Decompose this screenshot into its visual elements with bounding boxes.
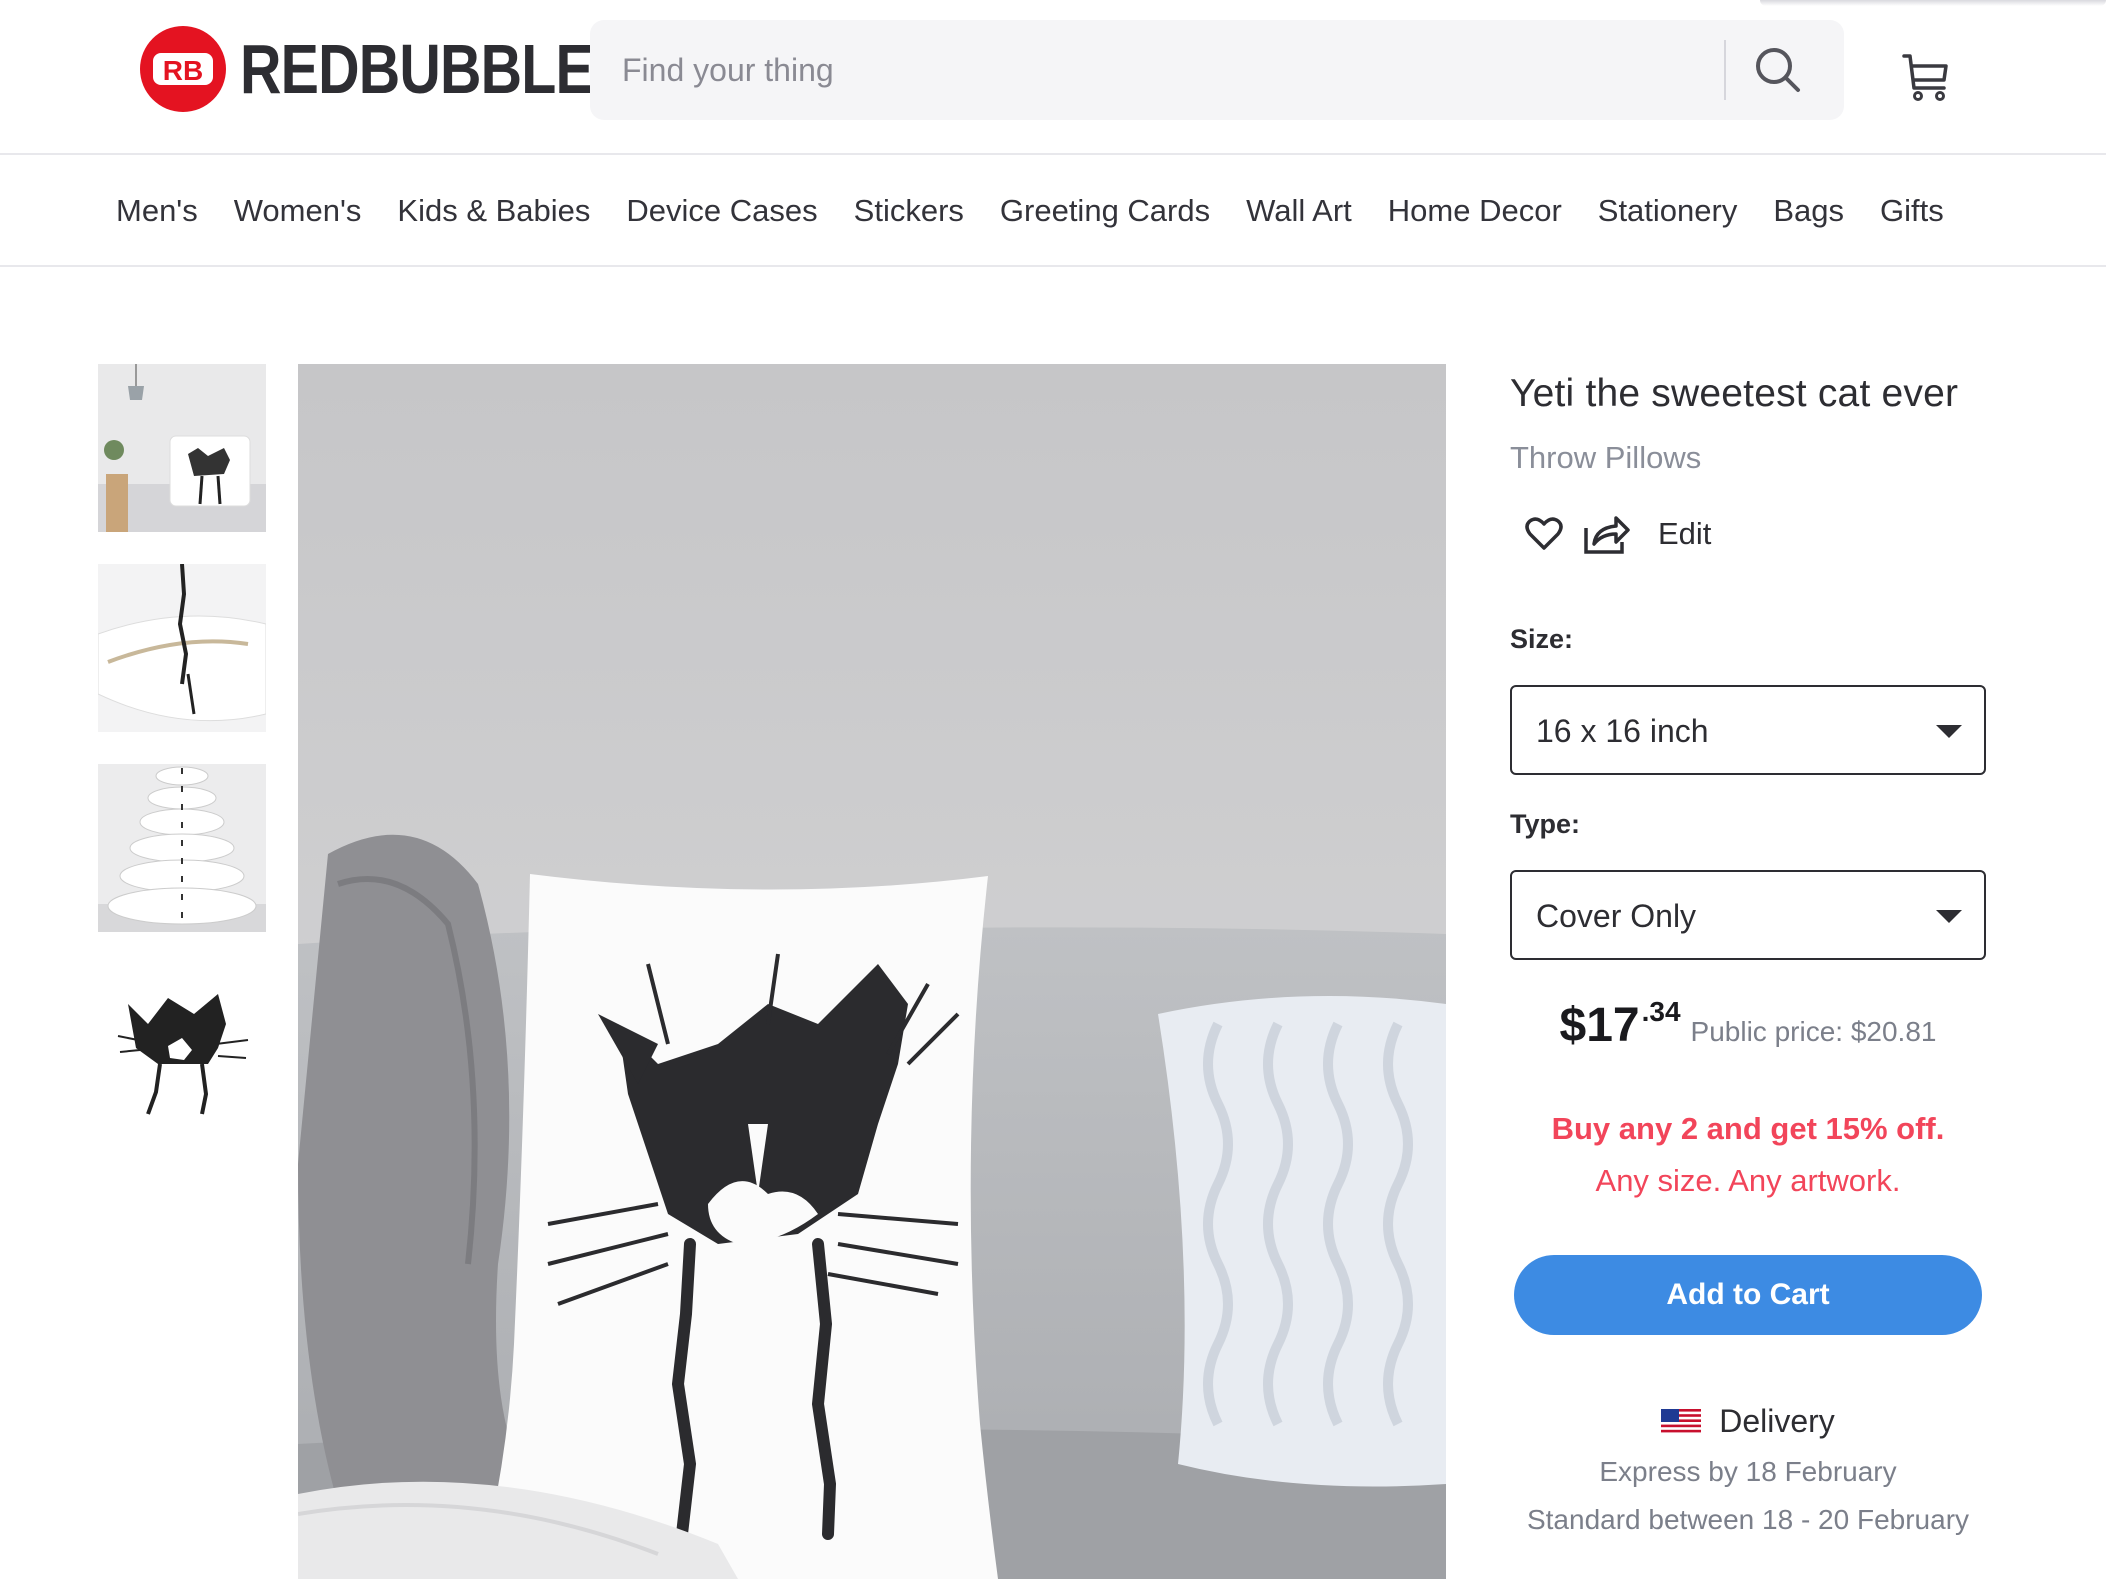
search-divider (1724, 40, 1726, 100)
nav-item-womens[interactable]: Women's (234, 193, 362, 229)
nav-item-stickers[interactable]: Stickers (854, 193, 964, 229)
chevron-down-icon (1936, 909, 1962, 923)
price-cents: .34 (1641, 995, 1681, 1027)
add-to-cart-button[interactable]: Add to Cart (1514, 1254, 1982, 1335)
price-dollars: $17 (1559, 998, 1640, 1052)
dropdown-shadow (1760, 0, 2106, 6)
thumbnail-bed-scene[interactable] (98, 364, 266, 532)
delivery-heading: Delivery (1510, 1403, 1986, 1440)
nav-item-stationery[interactable]: Stationery (1598, 193, 1738, 229)
pillow-stack-image (98, 764, 266, 932)
size-select-value: 16 x 16 inch (1536, 712, 1709, 749)
svg-text:RB: RB (163, 55, 203, 86)
share-icon[interactable] (1582, 512, 1632, 556)
type-label: Type: (1510, 808, 1581, 839)
pillow-bed-scene-image (98, 364, 266, 532)
category-nav: Men's Women's Kids & Babies Device Cases… (0, 155, 2106, 267)
pillow-zipper-image (98, 564, 266, 732)
public-price: Public price: $20.81 (1690, 1015, 1937, 1047)
rb-monogram-icon: RB (153, 53, 213, 86)
thumbnail-list (98, 364, 266, 1164)
search-button[interactable] (1738, 34, 1818, 106)
delivery-express: Express by 18 February (1599, 1455, 1897, 1487)
search-bar (590, 20, 1844, 120)
product-main-image[interactable] (298, 364, 1446, 1579)
product-category-link[interactable]: Throw Pillows (1510, 440, 1986, 476)
nav-item-greeting-cards[interactable]: Greeting Cards (1000, 193, 1210, 229)
promo-detail: Any size. Any artwork. (1595, 1162, 1901, 1198)
product-title: Yeti the sweetest cat ever (1510, 372, 1959, 415)
size-label: Size: (1510, 623, 1574, 654)
delivery-title: Delivery (1719, 1402, 1835, 1439)
thumbnail-artwork[interactable] (98, 964, 266, 1132)
search-input[interactable] (590, 20, 1720, 120)
promo-headline: Buy any 2 and get 15% off. (1551, 1110, 1945, 1146)
thumbnail-zipper[interactable] (98, 564, 266, 732)
product-panel: Yeti the sweetest cat ever Throw Pillows… (1510, 364, 1986, 1536)
size-select[interactable]: 16 x 16 inch (1510, 684, 1986, 775)
nav-item-mens[interactable]: Men's (116, 193, 198, 229)
edit-button[interactable]: Edit (1658, 516, 1711, 552)
nav-item-device-cases[interactable]: Device Cases (626, 193, 817, 229)
price-row: $17 .34 Public price: $20.81 (1510, 995, 1986, 1053)
logo-badge-icon: RB (140, 26, 226, 112)
heart-icon[interactable] (1522, 512, 1566, 556)
site-header: RB REDBUBBLE (0, 0, 2106, 155)
us-flag-icon (1661, 1409, 1702, 1434)
nav-item-home-decor[interactable]: Home Decor (1388, 193, 1562, 229)
nav-item-gifts[interactable]: Gifts (1880, 193, 1944, 229)
logo-wordmark: REDBUBBLE (240, 30, 594, 108)
type-select[interactable]: Cover Only (1510, 869, 1986, 960)
cart-icon (1902, 54, 1948, 101)
pillow-on-sofa-image (298, 364, 1446, 1579)
cart-button[interactable] (1898, 48, 1954, 104)
thumbnail-stack[interactable] (98, 764, 266, 932)
nav-item-kids-babies[interactable]: Kids & Babies (397, 193, 590, 229)
chevron-down-icon (1936, 724, 1962, 738)
product-actions: Edit (1510, 504, 1986, 564)
nav-item-wall-art[interactable]: Wall Art (1246, 193, 1352, 229)
delivery-standard: Standard between 18 - 20 February (1526, 1503, 1970, 1535)
search-icon (1756, 48, 1800, 92)
nav-item-bags[interactable]: Bags (1773, 193, 1844, 229)
type-select-value: Cover Only (1536, 897, 1697, 934)
cat-artwork-image (98, 964, 266, 1132)
